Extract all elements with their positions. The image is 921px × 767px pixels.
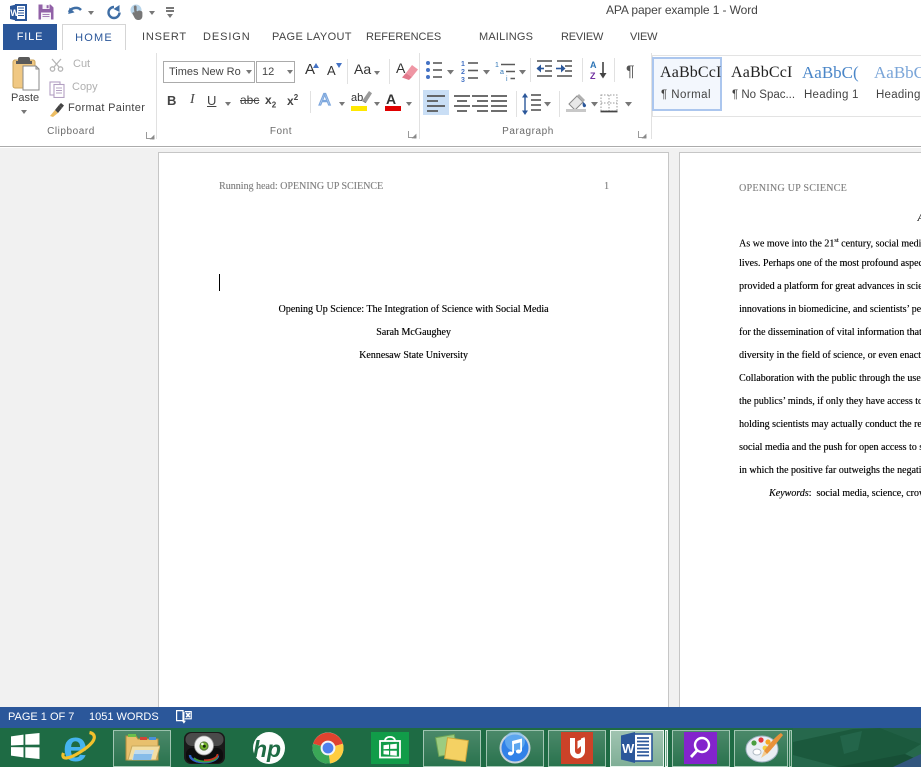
svg-text:hp: hp bbox=[253, 736, 281, 762]
svg-text:2: 2 bbox=[461, 69, 465, 76]
svg-text:W: W bbox=[622, 741, 635, 756]
svg-text:¶: ¶ bbox=[626, 64, 635, 81]
svg-text:3: 3 bbox=[461, 77, 465, 84]
svg-text:i: i bbox=[506, 76, 508, 83]
svg-text:W: W bbox=[10, 8, 19, 18]
svg-text:a: a bbox=[500, 69, 504, 76]
svg-text:Z: Z bbox=[590, 71, 596, 81]
svg-text:A: A bbox=[590, 60, 597, 70]
svg-text:1: 1 bbox=[495, 62, 499, 69]
svg-text:1: 1 bbox=[461, 61, 465, 68]
